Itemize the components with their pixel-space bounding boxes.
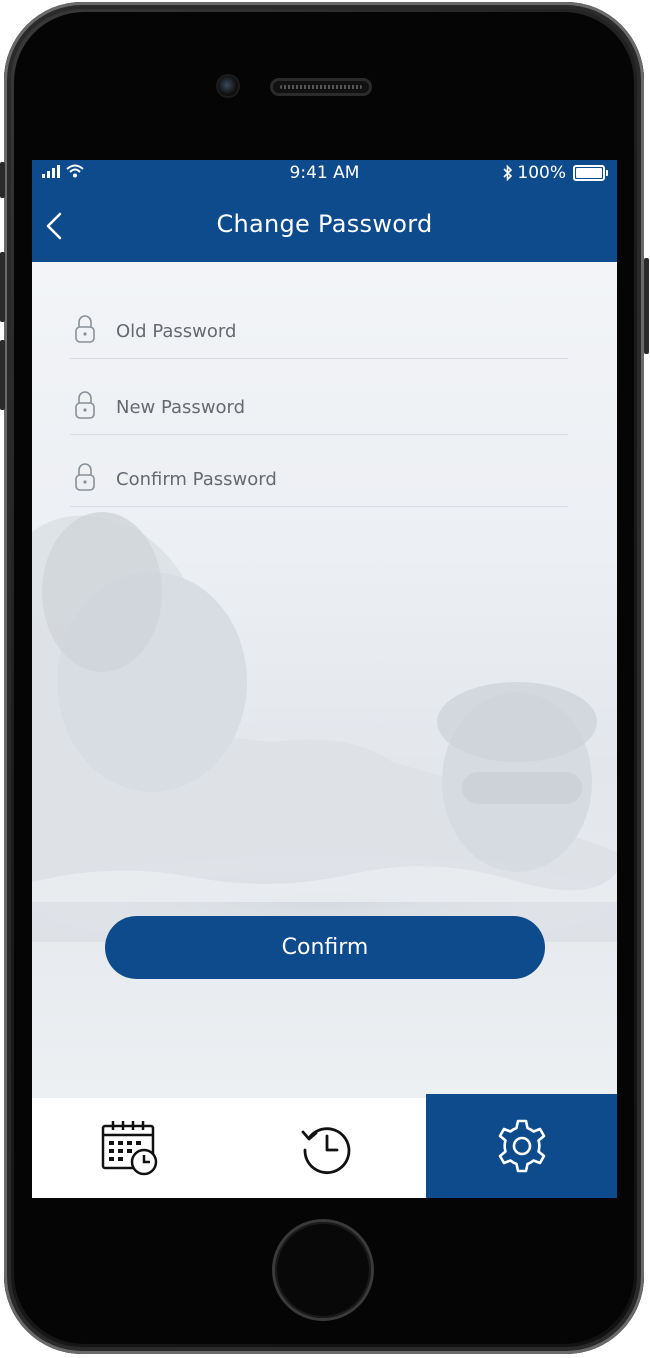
- history-icon: [301, 1127, 351, 1175]
- lock-icon: [75, 315, 95, 343]
- status-bar: 9:41 AM 100%: [32, 160, 617, 188]
- calendar-schedule-icon: [101, 1121, 158, 1176]
- confirm-password-input[interactable]: [114, 462, 558, 496]
- status-right: 100%: [503, 163, 608, 183]
- new-password-input[interactable]: [114, 390, 558, 424]
- page-title: Change Password: [216, 210, 433, 238]
- volume-up-button: [0, 252, 5, 322]
- battery-icon: [573, 165, 608, 181]
- tab-history[interactable]: [228, 1098, 426, 1198]
- lock-icon: [75, 391, 95, 419]
- nav-bar: Change Password: [32, 188, 617, 262]
- form-content: Confirm: [32, 262, 617, 1098]
- battery-percent: 100%: [517, 163, 566, 183]
- gear-icon: [498, 1119, 545, 1173]
- tab-schedule[interactable]: [32, 1098, 228, 1198]
- app-screen: 9:41 AM 100% Change Password Confirm: [32, 160, 617, 1198]
- confirm-button[interactable]: Confirm: [105, 916, 545, 979]
- power-button: [644, 258, 649, 354]
- tab-settings[interactable]: [426, 1094, 617, 1198]
- bluetooth-icon: [503, 165, 513, 181]
- tab-bar: [32, 1094, 617, 1198]
- mute-switch: [0, 162, 5, 198]
- home-button[interactable]: [275, 1222, 371, 1318]
- new-password-field: [70, 384, 568, 435]
- old-password-input[interactable]: [114, 314, 558, 348]
- volume-down-button: [0, 340, 5, 410]
- old-password-field: [70, 308, 568, 359]
- lock-icon: [75, 463, 95, 491]
- front-camera: [218, 76, 238, 96]
- confirm-password-field: [70, 456, 568, 507]
- earpiece-speaker: [270, 78, 372, 96]
